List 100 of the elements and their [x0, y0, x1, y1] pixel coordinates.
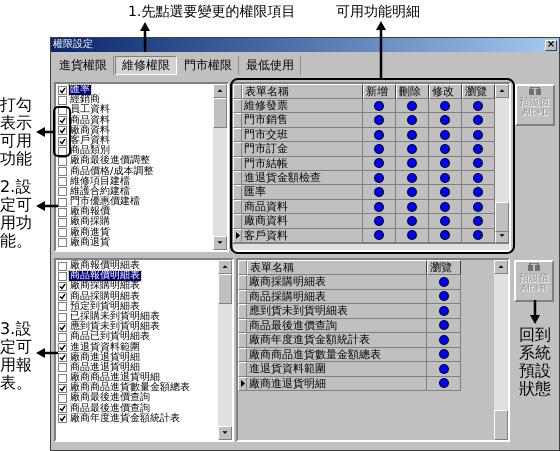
checkbox[interactable] — [58, 198, 67, 207]
list-item[interactable]: 商品採購明細表 — [69, 292, 141, 302]
checkbox[interactable] — [58, 394, 67, 404]
checkbox[interactable] — [58, 322, 67, 332]
header-corner — [233, 84, 242, 99]
list-item[interactable]: 進退貨資料範圍 — [69, 342, 141, 353]
list-item[interactable]: 廠商進貨 — [69, 228, 111, 238]
checkbox[interactable] — [58, 187, 67, 196]
checkbox[interactable] — [58, 167, 67, 176]
checkbox[interactable] — [58, 282, 67, 291]
scroll-up-icon[interactable] — [218, 260, 232, 274]
scrollbar[interactable] — [213, 84, 228, 250]
list-item[interactable]: 廠商採購 — [69, 217, 111, 228]
tab[interactable]: 進貨權限 — [53, 56, 114, 74]
checkbox[interactable] — [58, 332, 67, 342]
list-item[interactable]: 廠商最後進價查詢 — [69, 393, 151, 404]
checkbox[interactable] — [58, 96, 67, 105]
checkbox[interactable] — [58, 218, 67, 228]
checkbox[interactable] — [58, 262, 67, 271]
column-header[interactable]: 新增 — [363, 84, 396, 99]
scrollbar[interactable] — [494, 260, 508, 440]
scrollbar[interactable] — [495, 84, 510, 243]
checkbox[interactable] — [58, 374, 67, 383]
list-item[interactable]: 廠商退貨 — [69, 238, 111, 248]
row-indicator[interactable] — [233, 228, 242, 243]
checkbox[interactable] — [58, 353, 67, 362]
scrollbar[interactable] — [218, 260, 232, 440]
checkbox[interactable] — [58, 177, 67, 186]
checkbox[interactable] — [58, 136, 67, 146]
scroll-up-icon[interactable] — [495, 84, 510, 98]
list-item[interactable]: 商品已到貨明細表 — [69, 332, 151, 343]
triangle-icon — [240, 380, 244, 388]
column-header[interactable]: 瀏覽 — [462, 84, 496, 99]
checkbox[interactable] — [58, 363, 67, 372]
window-title: 權限設定 — [53, 39, 93, 51]
list-item[interactable]: 商品資料 — [69, 116, 111, 126]
scroll-down-icon[interactable] — [213, 236, 228, 250]
close-button[interactable]: × — [545, 40, 557, 50]
column-header[interactable]: 瀏覽 — [427, 260, 461, 275]
tab[interactable]: 門市權限 — [178, 56, 239, 74]
checkbox[interactable] — [58, 238, 67, 248]
scroll-up-icon[interactable] — [213, 84, 228, 98]
checkbox[interactable] — [58, 302, 67, 312]
table-cell: 進退貨金額檢查 — [242, 171, 364, 186]
arrow — [530, 300, 540, 324]
checkbox[interactable] — [58, 414, 67, 424]
scroll-thumb[interactable] — [213, 98, 228, 128]
checkbox[interactable] — [58, 116, 67, 126]
column-header[interactable]: 刪除 — [396, 84, 430, 99]
list-item[interactable]: 商品最後進價查詢 — [69, 404, 151, 414]
list-item[interactable]: 商品價格/成本調整 — [69, 166, 154, 177]
checkbox[interactable] — [58, 404, 67, 414]
horizontal-scrollbar[interactable] — [233, 243, 510, 250]
checkbox[interactable] — [58, 228, 67, 238]
swap-icon — [527, 263, 541, 273]
list-item[interactable]: 廠商最後進價調整 — [69, 156, 151, 167]
scroll-thumb[interactable] — [495, 202, 510, 232]
column-header[interactable]: 表單名稱 — [242, 84, 364, 99]
row-indicator[interactable] — [238, 376, 247, 391]
table-cell: 門市結帳 — [242, 156, 364, 172]
scroll-up-icon[interactable] — [494, 260, 508, 274]
arrow — [36, 201, 58, 211]
list-item[interactable]: 經銷商 — [69, 95, 101, 106]
table-cell: 廠商年度進貨金額統計表 — [247, 333, 427, 348]
table-cell: 應到貨未到貨明細表 — [247, 304, 427, 318]
header-corner — [238, 260, 247, 275]
checkbox[interactable] — [58, 146, 67, 156]
step-two-caption: 2.設定可用功能。 — [0, 178, 33, 250]
table-cell: 廠商商品進貨數量金額總表 — [247, 348, 427, 362]
checkbox[interactable] — [58, 343, 67, 352]
tab[interactable]: 維修權限 — [115, 56, 177, 74]
swap-icon — [528, 87, 542, 97]
arrow — [140, 22, 150, 52]
arrow — [36, 127, 53, 137]
checkbox[interactable] — [58, 208, 67, 217]
check-hint-caption: 打勾表示可用功能 — [0, 96, 33, 168]
checkbox[interactable] — [58, 126, 67, 136]
checkbox[interactable] — [58, 156, 67, 166]
scroll-thumb[interactable] — [218, 274, 232, 304]
checkbox[interactable] — [58, 312, 67, 322]
details-caption: 可用功能明細 — [336, 3, 420, 21]
table-cell: 商品採購明細表 — [247, 290, 427, 304]
list-item[interactable]: 廠商資料 — [69, 126, 111, 136]
checkbox[interactable] — [58, 384, 67, 393]
scroll-down-icon[interactable] — [218, 426, 232, 440]
column-header[interactable]: 表單名稱 — [247, 260, 427, 275]
checkbox[interactable] — [58, 292, 67, 302]
list-item[interactable]: 廠商採購明細表 — [69, 281, 141, 292]
checkbox[interactable] — [58, 272, 67, 281]
list-item[interactable]: 維修項目建檔 — [69, 176, 131, 187]
list-item[interactable]: 預定到貨明細表 — [69, 302, 141, 312]
list-item[interactable]: 廠商年度進貨金額統計表 — [69, 414, 181, 424]
column-header[interactable]: 修改 — [429, 84, 462, 99]
tab[interactable]: 最低使用 — [240, 56, 301, 74]
checkbox[interactable] — [58, 86, 67, 95]
table-cell: 廠商採購明細表 — [247, 275, 427, 290]
list-item[interactable]: 廠商進退貨明細 — [69, 352, 141, 363]
step-three-caption: 3.設定可用報表。 — [0, 320, 33, 392]
list-item[interactable]: 員工資料 — [69, 105, 111, 116]
triangle-icon — [236, 232, 240, 240]
